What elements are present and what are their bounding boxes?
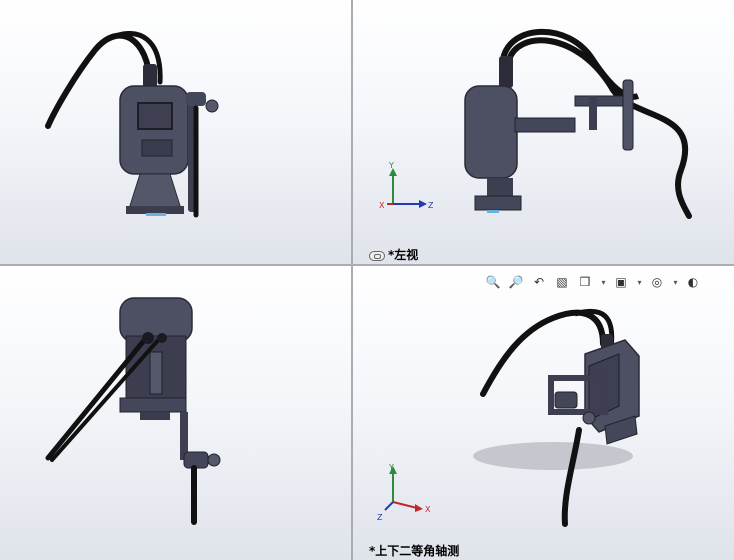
viewport-splitter-horizontal[interactable] [0, 264, 734, 266]
view-label-dimetric: *上下二等角轴测 [369, 544, 460, 558]
viewport-dimetric[interactable]: 🔍 🔎 ↶ ▧ ❒ ▾ ▣ ▾ ◎ ▾ ◐ Y X Z *上下二等角轴测 [353, 266, 734, 560]
triad-y-label: Y [388, 463, 394, 472]
viewport-splitter-vertical[interactable] [351, 0, 353, 560]
clamp-block [141, 139, 173, 157]
bracket-plate [119, 397, 187, 413]
view-triad: Y Z X [379, 161, 433, 210]
lens-glass [146, 213, 166, 216]
lens-tab [140, 412, 170, 420]
cable-gland-b [157, 333, 167, 343]
bracket-upper [574, 95, 628, 107]
model-front-view [45, 31, 219, 218]
mount-knob [183, 451, 209, 469]
view-label-text: *左视 [388, 248, 419, 262]
viewport-left-view[interactable]: Y Z X *左视 [353, 0, 734, 264]
model-top-view [45, 297, 221, 525]
lens-body [487, 178, 513, 198]
mount-knob-bolt [207, 453, 221, 467]
triad-x-label: X [425, 505, 431, 514]
x-axis [392, 501, 418, 509]
model-left-view [464, 28, 692, 219]
cable-gland-a [142, 332, 154, 344]
mount-knob [554, 391, 578, 409]
mount-rod [622, 79, 634, 151]
mount-knob-bolt [582, 411, 596, 425]
cable-gland [143, 64, 157, 88]
triad-x-label: X [379, 201, 385, 210]
z-axis [384, 501, 394, 511]
lens-glass [487, 210, 499, 213]
housing-window [137, 102, 173, 130]
viewport-top-view[interactable] [0, 266, 351, 560]
bracket-arm [514, 117, 576, 133]
lens-base [474, 195, 522, 211]
mount-knob [186, 92, 206, 106]
lens-base [126, 206, 184, 214]
graphics-area: Y Z X *左视 🔍 🔎 ↶ ▧ ❒ ▾ ▣ ▾ ◎ ▾ ◐ Y X Z *上… [0, 0, 734, 560]
triad-z-label: Z [377, 513, 383, 522]
link-views-icon[interactable] [369, 250, 385, 261]
bracket-vertical [589, 96, 597, 130]
triad-y-label: Y [388, 161, 394, 170]
triad-z-label: Z [428, 201, 433, 210]
cable-gland [499, 56, 513, 88]
view-triad: Y X Z [377, 463, 431, 522]
mount-knob-bolt [205, 99, 219, 113]
housing [464, 85, 518, 179]
viewport-front[interactable] [0, 0, 351, 264]
housing-slot [149, 351, 163, 395]
model-shadow [473, 442, 633, 470]
view-label-left: *左视 [369, 246, 418, 263]
housing-top [119, 297, 193, 343]
